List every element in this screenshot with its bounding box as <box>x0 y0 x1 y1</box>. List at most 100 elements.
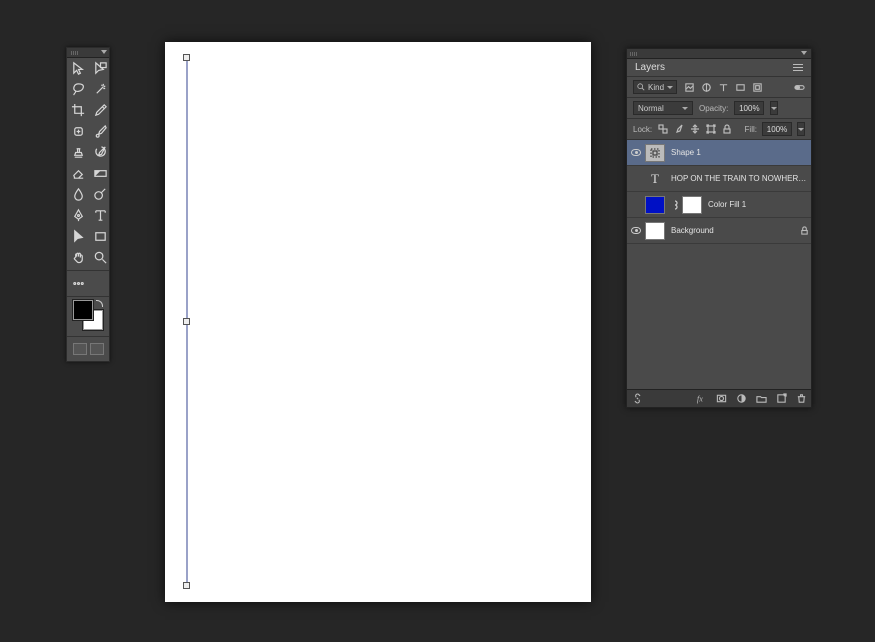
new-layer-icon[interactable] <box>775 393 787 405</box>
filter-pixel-icon[interactable] <box>683 81 695 93</box>
move-tool[interactable] <box>67 58 89 79</box>
crop-tool[interactable] <box>67 100 89 121</box>
filter-kind-label: Kind <box>648 83 664 92</box>
type-tool[interactable] <box>89 205 111 226</box>
layers-tab[interactable]: Layers <box>627 59 811 77</box>
svg-text:fx: fx <box>696 394 702 403</box>
separator <box>67 270 109 271</box>
healing-brush-tool[interactable] <box>67 121 89 142</box>
fill-dropdown-icon[interactable] <box>797 122 805 136</box>
chevron-down-icon <box>667 86 673 89</box>
layer-style-icon[interactable]: fx <box>695 393 707 405</box>
blend-mode-select[interactable]: Normal <box>633 101 693 115</box>
filter-type-icon[interactable] <box>717 81 729 93</box>
separator <box>67 336 109 337</box>
color-swatches <box>73 300 103 334</box>
lock-pixels-icon[interactable] <box>673 124 684 135</box>
blur-tool[interactable] <box>67 184 89 205</box>
spacer <box>89 273 111 294</box>
document-canvas[interactable] <box>165 42 591 602</box>
filter-kind-select[interactable]: Kind <box>633 80 677 94</box>
screen-mode-row <box>67 339 109 361</box>
rectangle-shape-tool[interactable] <box>89 226 111 247</box>
layers-panel-header[interactable] <box>627 49 811 59</box>
dodge-tool[interactable] <box>89 184 111 205</box>
lock-artboard-icon[interactable] <box>705 124 716 135</box>
layer-list: Shape 1 T HOP ON THE TRAIN TO NOWHERE BA… <box>627 140 811 389</box>
layers-bottom-bar: fx <box>627 389 811 407</box>
quickmask-toggle[interactable] <box>73 343 87 355</box>
blend-opacity-row: Normal Opacity: 100% <box>627 98 811 119</box>
eye-icon <box>631 149 641 156</box>
edit-toolbar-icon[interactable] <box>67 273 89 294</box>
shape-thumbnail-icon[interactable] <box>645 144 665 162</box>
layer-name[interactable]: HOP ON THE TRAIN TO NOWHERE BABY <box>671 174 811 183</box>
pen-tool[interactable] <box>67 205 89 226</box>
layer-mask-icon[interactable] <box>715 393 727 405</box>
fill-label: Fill: <box>745 125 757 134</box>
history-brush-tool[interactable] <box>89 142 111 163</box>
flyout-icon[interactable] <box>101 50 107 54</box>
magic-wand-tool[interactable] <box>89 79 111 100</box>
filter-toggle-switch[interactable] <box>793 81 805 93</box>
layer-name[interactable]: Color Fill 1 <box>708 200 811 209</box>
screen-mode-toggle[interactable] <box>90 343 104 355</box>
lock-fill-row: Lock: Fill: 100% <box>627 119 811 140</box>
layer-name[interactable]: Background <box>671 226 797 235</box>
layer-mask-thumbnail[interactable] <box>682 196 702 214</box>
layer-name[interactable]: Shape 1 <box>671 148 811 157</box>
new-group-icon[interactable] <box>755 393 767 405</box>
lasso-tool[interactable] <box>67 79 89 100</box>
layers-panel: Layers Kind Normal Opacity: 100% Lock: <box>626 48 812 408</box>
collapse-icon[interactable] <box>801 51 807 55</box>
fill-thumbnail[interactable] <box>645 196 665 214</box>
layer-row[interactable]: T HOP ON THE TRAIN TO NOWHERE BABY <box>627 166 811 192</box>
layer-row[interactable]: Color Fill 1 <box>627 192 811 218</box>
swap-colors-icon[interactable] <box>95 300 103 308</box>
filter-smartobject-icon[interactable] <box>751 81 763 93</box>
tool-grid <box>67 58 109 268</box>
grip-icon <box>71 51 79 55</box>
eye-icon <box>631 227 641 234</box>
anchor-point-top[interactable] <box>183 54 190 61</box>
panel-menu-icon[interactable] <box>793 64 803 71</box>
tools-panel-header[interactable] <box>67 48 109 58</box>
filter-shape-icon[interactable] <box>734 81 746 93</box>
lock-label: Lock: <box>633 125 652 134</box>
layer-row[interactable]: Background <box>627 218 811 244</box>
artboard-tool[interactable] <box>89 58 111 79</box>
opacity-value: 100% <box>739 104 759 113</box>
brush-tool[interactable] <box>89 121 111 142</box>
fill-field[interactable]: 100% <box>762 122 792 136</box>
blend-mode-value: Normal <box>638 104 664 113</box>
delete-layer-icon[interactable] <box>795 393 807 405</box>
layers-tab-label: Layers <box>635 62 665 73</box>
gradient-tool[interactable] <box>89 163 111 184</box>
adjustment-layer-icon[interactable] <box>735 393 747 405</box>
type-layer-icon: T <box>645 170 665 188</box>
anchor-point-middle[interactable] <box>183 318 190 325</box>
clone-stamp-tool[interactable] <box>67 142 89 163</box>
path-selection-tool[interactable] <box>67 226 89 247</box>
lock-all-icon[interactable] <box>721 124 732 135</box>
layer-thumbnail[interactable] <box>645 222 665 240</box>
eyedropper-tool[interactable] <box>89 100 111 121</box>
layer-row[interactable]: Shape 1 <box>627 140 811 166</box>
lock-position-icon[interactable] <box>689 124 700 135</box>
opacity-field[interactable]: 100% <box>734 101 764 115</box>
visibility-toggle[interactable] <box>627 227 645 234</box>
lock-indicator-icon <box>797 226 811 235</box>
link-mask-icon[interactable] <box>671 199 679 211</box>
hand-tool[interactable] <box>67 247 89 268</box>
link-layers-icon[interactable] <box>631 393 643 405</box>
foreground-color-swatch[interactable] <box>73 300 93 320</box>
filter-adjustment-icon[interactable] <box>700 81 712 93</box>
opacity-dropdown-icon[interactable] <box>770 101 778 115</box>
visibility-toggle[interactable] <box>627 149 645 156</box>
grip-icon <box>630 52 638 56</box>
zoom-tool[interactable] <box>89 247 111 268</box>
chevron-down-icon <box>682 107 688 110</box>
lock-transparency-icon[interactable] <box>657 124 668 135</box>
anchor-point-bottom[interactable] <box>183 582 190 589</box>
eraser-tool[interactable] <box>67 163 89 184</box>
